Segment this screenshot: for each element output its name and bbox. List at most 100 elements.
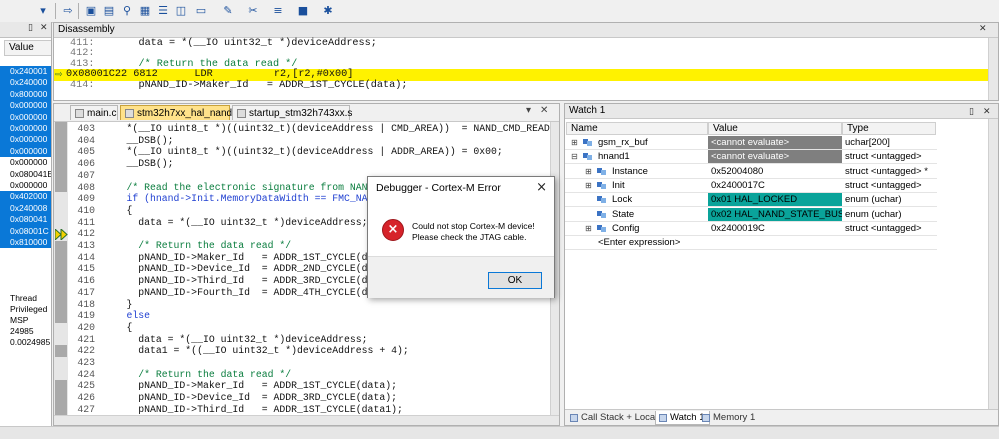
source-line[interactable]: 418 } bbox=[70, 299, 132, 311]
watch-value[interactable]: 0x2400019C bbox=[708, 222, 842, 235]
source-line[interactable]: 417 pNAND_ID->Fourth_Id = ADDR_4TH_CYCLE… bbox=[70, 287, 367, 299]
source-line[interactable]: 408 /* Read the electronic signature fro… bbox=[70, 182, 367, 194]
watch-row[interactable]: Lock 0x01 HAL_LOCKED enum (uchar) bbox=[565, 193, 937, 208]
source-line[interactable]: 426 pNAND_ID->Device_Id = ADDR_3RD_CYCLE… bbox=[70, 392, 397, 404]
source-line[interactable]: 412 bbox=[70, 228, 103, 240]
close-icon[interactable]: ✕ bbox=[979, 24, 987, 34]
close-icon[interactable]: ✕ bbox=[983, 105, 991, 119]
register-value-row[interactable]: 0x080041 bbox=[0, 214, 51, 226]
source-line[interactable]: 403 *(__IO uint8_t *)((uint32_t)(deviceA… bbox=[70, 123, 550, 135]
watch-row[interactable]: ⊞ Config 0x2400019C struct <untagged> bbox=[565, 222, 937, 236]
source-line[interactable]: 406 __DSB(); bbox=[70, 158, 173, 170]
name-column-header[interactable]: Name bbox=[566, 122, 708, 135]
register-value-row[interactable]: 0x000000 bbox=[0, 145, 51, 158]
source-line[interactable]: 407 bbox=[70, 170, 103, 182]
watch-row[interactable]: State 0x02 HAL_NAND_STATE_BUSY enum (uchar… bbox=[565, 207, 937, 222]
command-window-icon[interactable]: ▣ bbox=[83, 3, 99, 19]
source-line[interactable]: 410 { bbox=[70, 205, 132, 217]
register-value-row[interactable]: 0x810000 bbox=[0, 237, 51, 249]
source-line[interactable]: 416 pNAND_ID->Third_Id = ADDR_3RD_CYCLE(… bbox=[70, 275, 367, 287]
source-line[interactable]: 421 data = *(__IO uint32_t *)deviceAddre… bbox=[70, 334, 367, 346]
close-icon[interactable]: × bbox=[536, 177, 547, 199]
watch-scrollbar[interactable] bbox=[988, 119, 998, 409]
pin-icon[interactable]: ▯ bbox=[969, 105, 974, 119]
watch-window-icon[interactable]: ◫ bbox=[173, 3, 189, 19]
pin-icon[interactable]: ▯ bbox=[28, 23, 33, 33]
watch-row[interactable]: ⊞ Init 0x2400017C struct <untagged> bbox=[565, 179, 937, 193]
watch-value[interactable]: 0x02 HAL_NAND_STATE_BUSY bbox=[708, 207, 842, 221]
register-value-row[interactable]: 0x08001C bbox=[0, 225, 51, 237]
disassembly-scrollbar[interactable] bbox=[988, 38, 998, 100]
source-line[interactable]: 424 /* Return the data read */ bbox=[70, 369, 291, 381]
value-column-header[interactable]: Value bbox=[708, 122, 842, 135]
collapse-icon[interactable]: ⊟ bbox=[571, 152, 578, 161]
register-value-row[interactable]: 0x080041E bbox=[0, 169, 51, 180]
register-value-row[interactable]: 0x402000 bbox=[0, 191, 51, 203]
source-line[interactable]: 425 pNAND_ID->Maker_Id = ADDR_1ST_CYCLE(… bbox=[70, 380, 397, 392]
watch-value[interactable]: 0x01 HAL_LOCKED bbox=[708, 193, 842, 207]
watch-value[interactable]: 0x52004080 bbox=[708, 165, 842, 178]
ok-button[interactable]: OK bbox=[488, 272, 542, 289]
source-line[interactable]: 414 pNAND_ID->Maker_Id = ADDR_1ST_CYCLE(… bbox=[70, 252, 367, 264]
register-value-row[interactable]: 0x000000 bbox=[0, 134, 51, 146]
editor-horizontal-scrollbar[interactable] bbox=[54, 415, 559, 425]
tab-main-c[interactable]: main.c bbox=[70, 105, 118, 120]
register-value-row[interactable]: 0x000000 bbox=[0, 111, 51, 123]
tab-list-icon[interactable]: ▾ bbox=[526, 105, 531, 116]
source-line[interactable]: 422 data1 = *((__IO uint32_t *)deviceAdd… bbox=[70, 345, 408, 357]
memory-window-icon[interactable]: ▭ bbox=[193, 3, 209, 19]
breakpoint-gutter[interactable] bbox=[54, 122, 68, 425]
callstack-window-icon[interactable]: ☰ bbox=[155, 3, 171, 19]
watch-row[interactable]: ⊞ Instance 0x52004080 struct <untagged> * bbox=[565, 165, 937, 179]
watch-value[interactable]: <cannot evaluate> bbox=[708, 150, 842, 164]
symbols-window-icon[interactable]: ⚲ bbox=[119, 3, 135, 19]
tab-memory-1[interactable]: Memory 1 bbox=[699, 411, 759, 425]
source-line[interactable]: 427 pNAND_ID->Third_Id = ADDR_1ST_CYCLE(… bbox=[70, 404, 402, 416]
source-line[interactable]: 415 pNAND_ID->Device_Id = ADDR_2ND_CYCLE… bbox=[70, 263, 367, 275]
register-value-row[interactable]: 0x240001 bbox=[0, 66, 51, 78]
watch-row[interactable]: ⊟ hnand1 <cannot evaluate> struct <untagged… bbox=[565, 150, 937, 165]
source-line[interactable]: 404 __DSB(); bbox=[70, 135, 173, 147]
watch-value[interactable]: <cannot evaluate> bbox=[708, 136, 842, 149]
source-line[interactable]: 423 bbox=[70, 357, 103, 369]
source-line[interactable]: 409 if (hnand->Init.MemoryDataWidth == F… bbox=[70, 193, 367, 205]
source-line[interactable]: 420 { bbox=[70, 322, 132, 334]
serial-window-icon[interactable]: ✎ bbox=[220, 3, 236, 19]
source-line[interactable]: 411 data = *(__IO uint32_t *)deviceAddre… bbox=[70, 217, 367, 229]
value-column-header[interactable]: Value bbox=[4, 40, 51, 56]
trace-window-icon[interactable]: ≡ bbox=[270, 3, 286, 19]
register-value-row[interactable]: 0x000000 bbox=[0, 123, 51, 135]
watch-row[interactable]: <Enter expression> bbox=[565, 236, 937, 251]
pin-icon[interactable]: ▾ bbox=[35, 3, 51, 19]
disassembly-line[interactable]: 411: data = *(__IO uint32_t *)deviceAddr… bbox=[70, 38, 377, 50]
source-line[interactable]: 405 *(__IO uint8_t *)((uint32_t)(deviceA… bbox=[70, 146, 502, 158]
close-icon[interactable]: ✕ bbox=[540, 105, 548, 116]
source-line[interactable]: 419 else bbox=[70, 310, 150, 322]
tab-startup-s[interactable]: startup_stm32h743xx.s bbox=[232, 105, 352, 120]
register-value-row[interactable]: 0x000000 bbox=[0, 100, 51, 112]
system-viewer-icon[interactable]: ■ bbox=[295, 3, 311, 19]
analysis-window-icon[interactable]: ✂ bbox=[245, 3, 261, 19]
expand-icon[interactable]: ⊞ bbox=[571, 138, 578, 147]
step-arrow-icon[interactable]: ⇨ bbox=[60, 3, 76, 19]
expand-icon[interactable]: ⊞ bbox=[585, 167, 592, 176]
disassembly-window-icon[interactable]: ▤ bbox=[101, 3, 117, 19]
register-value-row[interactable]: 0x800000 bbox=[0, 88, 51, 101]
register-value-row[interactable]: 0x000000 bbox=[0, 157, 51, 168]
expand-icon[interactable]: ⊞ bbox=[585, 224, 592, 233]
registers-window-icon[interactable]: ▦ bbox=[137, 3, 153, 19]
register-value-row[interactable]: 0x000000 bbox=[0, 180, 51, 191]
watch-row[interactable]: ⊞ gsm_rx_buf <cannot evaluate> uchar[200] bbox=[565, 136, 937, 150]
tab-call-stack-locals[interactable]: Call Stack + Locals bbox=[567, 411, 666, 425]
disassembly-line[interactable]: 414: pNAND_ID->Maker_Id = ADDR_1ST_CYCLE… bbox=[70, 80, 407, 92]
register-value-row[interactable]: 0x240000 bbox=[0, 77, 51, 89]
expand-icon[interactable]: ⊞ bbox=[585, 181, 592, 190]
watch-value[interactable] bbox=[708, 236, 842, 249]
watch-value[interactable]: 0x2400017C bbox=[708, 179, 842, 192]
source-line[interactable]: 413 /* Return the data read */ bbox=[70, 240, 291, 252]
watch-name[interactable]: <Enter expression> bbox=[595, 236, 707, 249]
close-icon[interactable]: ✕ bbox=[40, 23, 48, 33]
type-column-header[interactable]: Type bbox=[842, 122, 936, 135]
register-value-row[interactable]: 0x240008 bbox=[0, 202, 51, 215]
toolbox-icon[interactable]: ✱ bbox=[320, 3, 336, 19]
